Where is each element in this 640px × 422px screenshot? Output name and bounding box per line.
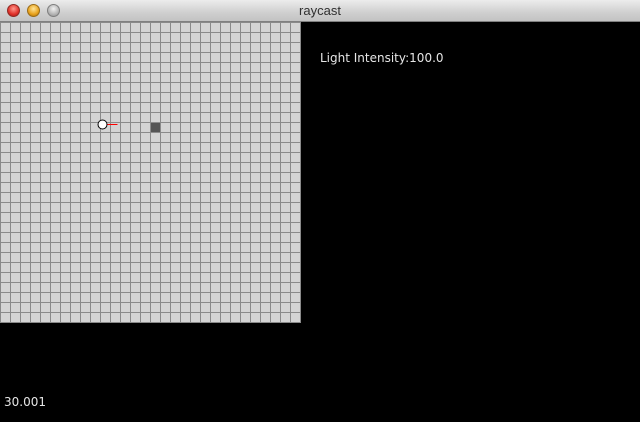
player-icon[interactable] [97, 119, 108, 130]
map-grid[interactable] [0, 22, 301, 323]
light-intensity-label: Light Intensity: [320, 51, 410, 65]
app-window: raycast Light Intensity:100.0 30.001 [0, 0, 640, 422]
wall-cell[interactable] [150, 122, 160, 132]
title-bar[interactable]: raycast [0, 0, 640, 22]
light-intensity-readout: Light Intensity:100.0 [320, 51, 444, 65]
render-canvas[interactable]: Light Intensity:100.0 30.001 [0, 22, 640, 422]
fps-readout: 30.001 [4, 395, 46, 409]
light-intensity-value: 100.0 [409, 51, 444, 65]
window-title: raycast [299, 3, 341, 18]
